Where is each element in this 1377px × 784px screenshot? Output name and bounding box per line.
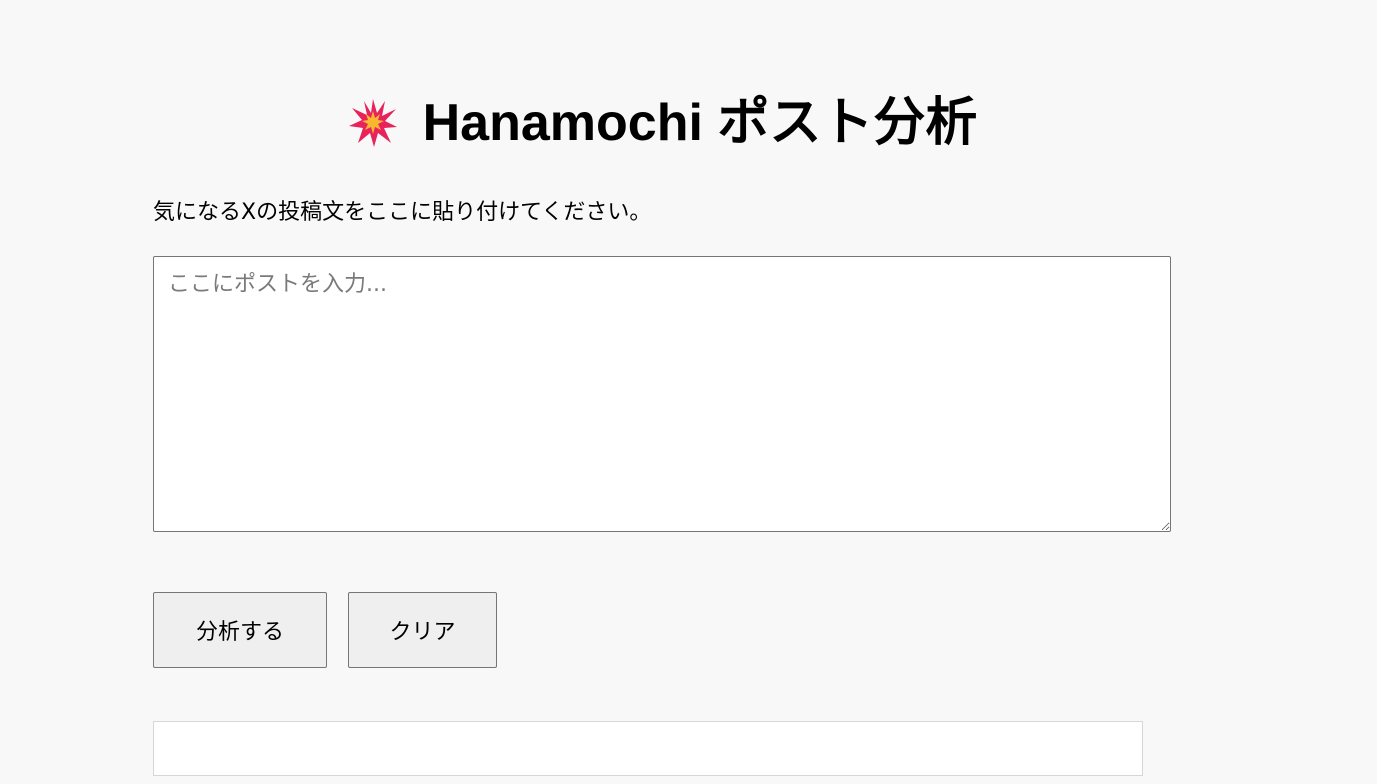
instructions-text: 気になるXの投稿文をここに貼り付けてください。 [153, 200, 652, 225]
page-title: Hanamochi ポスト分析 [422, 94, 978, 152]
analyze-button[interactable]: 分析する [153, 592, 327, 668]
header: Hanamochi ポスト分析 [153, 88, 1171, 158]
clear-button[interactable]: クリア [348, 592, 497, 668]
collision-icon [347, 97, 399, 149]
result-box [153, 721, 1143, 776]
post-input[interactable] [153, 256, 1171, 532]
